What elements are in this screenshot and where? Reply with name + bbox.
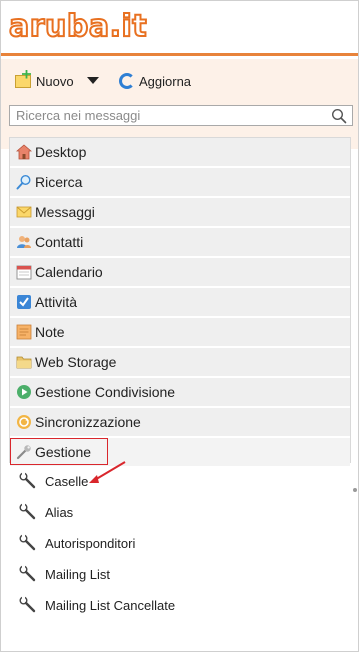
wrench-icon (19, 534, 36, 551)
sub-item-label: Mailing List Cancellate (45, 597, 176, 613)
nav-item-label: Ricerca (35, 174, 83, 190)
note-icon (16, 324, 32, 340)
refresh-icon (119, 73, 135, 89)
nav-item-desktop[interactable]: Desktop (10, 138, 350, 167)
wrench-icon (19, 472, 36, 489)
sub-item-mailing-list-cancellate[interactable]: Mailing List Cancellate (11, 593, 311, 617)
nav-item-sincronizzazione[interactable]: Sincronizzazione (10, 408, 350, 437)
sub-item-label: Mailing List (45, 566, 111, 582)
search-input[interactable] (10, 106, 328, 125)
nav-item-label: Messaggi (35, 204, 95, 220)
caret-down-icon[interactable] (87, 77, 99, 84)
nav-item-calendario[interactable]: Calendario (10, 258, 350, 287)
resize-grip[interactable] (353, 488, 357, 492)
search-icon[interactable] (331, 108, 347, 124)
nav-item-label: Attività (35, 294, 78, 310)
toolbar: Nuovo Aggiorna (1, 59, 358, 149)
header: aruba.it (1, 1, 358, 56)
sub-item-caselle[interactable]: Caselle (11, 469, 311, 493)
folder-icon (16, 356, 32, 369)
nav-item-attivita[interactable]: Attività (10, 288, 350, 317)
app-window: aruba.it Nuovo Aggiorna Desktop (0, 0, 359, 652)
nav-item-messaggi[interactable]: Messaggi (10, 198, 350, 227)
aruba-logo[interactable]: aruba.it (8, 8, 148, 45)
contacts-icon (17, 236, 31, 248)
sub-item-autorisponditori[interactable]: Autorisponditori (11, 531, 311, 555)
nav-item-gestione[interactable]: Gestione (10, 438, 350, 467)
sub-item-mailing-list[interactable]: Mailing List (11, 562, 311, 586)
refresh-button[interactable]: Aggiorna (119, 71, 191, 91)
navigation-menu: Desktop Ricerca Messaggi Contatti Calend… (9, 137, 351, 467)
nav-item-ricerca[interactable]: Ricerca (10, 168, 350, 197)
share-icon (17, 385, 31, 399)
sub-item-alias[interactable]: Alias (11, 500, 311, 524)
nav-item-note[interactable]: Note (10, 318, 350, 347)
wrench-icon (19, 596, 36, 613)
checkbox-icon (17, 295, 31, 309)
wrench-icon (19, 565, 36, 582)
wrench-icon (16, 445, 31, 460)
nav-item-label: Desktop (35, 144, 87, 160)
new-button[interactable]: Nuovo (15, 71, 74, 91)
nav-item-contatti[interactable]: Contatti (10, 228, 350, 257)
nav-item-label: Calendario (35, 264, 103, 280)
wrench-icon (19, 503, 36, 520)
envelope-icon (16, 206, 32, 218)
nav-item-web-storage[interactable]: Web Storage (10, 348, 350, 377)
sub-item-label: Caselle (45, 473, 89, 489)
new-mail-icon (15, 74, 31, 88)
nav-item-label: Sincronizzazione (35, 414, 141, 430)
magnifier-icon (16, 174, 31, 190)
nav-item-label: Note (35, 324, 65, 340)
new-button-label: Nuovo (36, 73, 74, 89)
search-box (9, 105, 353, 126)
sub-item-label: Autorisponditori (45, 535, 136, 551)
nav-item-label: Gestione (35, 444, 92, 460)
calendar-icon (16, 265, 32, 280)
nav-item-label: Gestione Condivisione (35, 384, 176, 400)
home-icon (16, 144, 32, 160)
sub-item-label: Alias (45, 504, 74, 520)
refresh-button-label: Aggiorna (139, 73, 192, 89)
sync-icon (17, 415, 31, 429)
nav-item-label: Web Storage (35, 354, 117, 370)
nav-item-label: Contatti (35, 234, 84, 250)
nav-item-gestione-condivisione[interactable]: Gestione Condivisione (10, 378, 350, 407)
